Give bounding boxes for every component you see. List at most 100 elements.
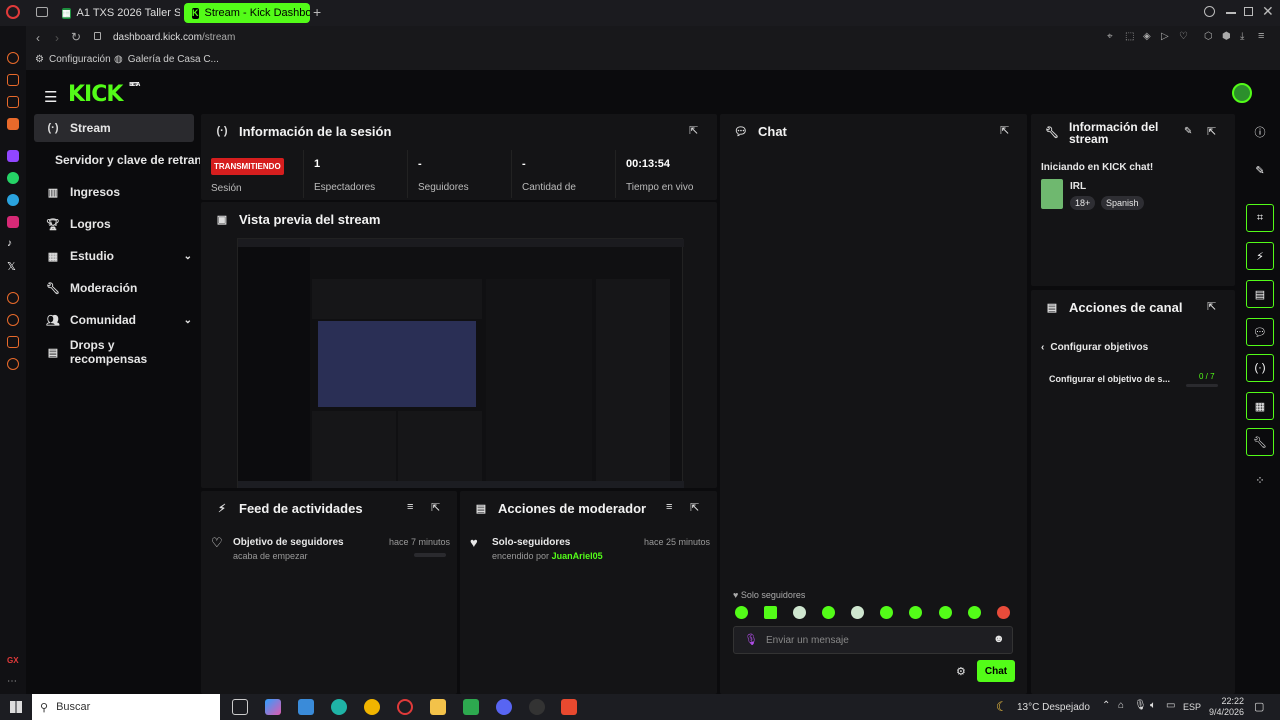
- search-tabs-icon[interactable]: [1204, 6, 1215, 17]
- sidebar-item-moderation[interactable]: 🔧︎ Moderación: [34, 274, 194, 302]
- forward-icon[interactable]: ›: [55, 31, 59, 45]
- tag-language[interactable]: Spanish: [1101, 196, 1144, 210]
- sidebar-item-studio[interactable]: ▦ Estudio ⌄: [34, 242, 194, 270]
- bookmark-settings[interactable]: ⚙ Configuración: [35, 54, 111, 65]
- network-icon[interactable]: ⌂: [1118, 700, 1124, 711]
- reload-icon[interactable]: ↻: [71, 30, 81, 44]
- extension-icon[interactable]: [7, 336, 19, 348]
- kick-logo[interactable]: KICK BETA: [68, 82, 140, 107]
- tag-mature[interactable]: 18+: [1070, 196, 1096, 210]
- store-icon[interactable]: [298, 699, 314, 715]
- news-icon[interactable]: [7, 96, 19, 108]
- browser-tab-1[interactable]: ▦ A1 TXS 2026 Taller Soler: [54, 3, 180, 23]
- rail-more-button[interactable]: ⁘: [1246, 466, 1274, 494]
- filter-icon[interactable]: ≡: [666, 501, 672, 513]
- notifications-icon[interactable]: ▢: [1254, 700, 1264, 713]
- bookmark-gallery[interactable]: ◍ Galería de Casa C...: [114, 54, 219, 65]
- volume-icon[interactable]: 🔈︎: [1150, 700, 1156, 711]
- task-view-icon[interactable]: [232, 699, 248, 715]
- rail-broadcast-button[interactable]: (·): [1246, 354, 1274, 382]
- shield-icon[interactable]: ◈: [1143, 31, 1151, 42]
- battery-icon[interactable]: ▭: [1166, 700, 1175, 711]
- heart-icon[interactable]: ♡: [1179, 31, 1188, 42]
- menu-icon[interactable]: ≡: [1258, 30, 1264, 42]
- workspace-icon[interactable]: [7, 74, 19, 86]
- stream-preview-video[interactable]: [237, 238, 684, 488]
- emote-4[interactable]: [822, 606, 835, 619]
- emote-3[interactable]: [793, 606, 806, 619]
- gx-icon[interactable]: GX: [7, 656, 19, 668]
- emote-8[interactable]: [939, 606, 952, 619]
- hamburger-menu-icon[interactable]: ☰: [44, 88, 57, 106]
- emote-1[interactable]: [735, 606, 748, 619]
- item-user[interactable]: JuanAriel05: [552, 551, 603, 561]
- chat-settings-icon[interactable]: ⚙: [956, 665, 966, 678]
- emote-2[interactable]: [764, 606, 777, 619]
- rail-focus-button[interactable]: ⌗: [1246, 204, 1274, 232]
- browser-tab-2[interactable]: K Stream - Kick Dashboard: [184, 3, 310, 23]
- aria-icon[interactable]: [7, 52, 19, 64]
- download-icon[interactable]: ⤓: [1240, 31, 1244, 42]
- rail-bolt-button[interactable]: ⚡︎: [1246, 242, 1274, 270]
- history-icon[interactable]: [7, 314, 19, 326]
- weather-text[interactable]: 13°C Despejado: [1017, 702, 1090, 713]
- emote-5[interactable]: [851, 606, 864, 619]
- rail-chat-button[interactable]: 💬︎: [1246, 318, 1274, 346]
- edge-icon[interactable]: [331, 699, 347, 715]
- rail-wrench-button[interactable]: 🔧︎: [1246, 428, 1274, 456]
- sidebar-item-stream[interactable]: (·) Stream: [34, 114, 194, 142]
- rail-actions-button[interactable]: ▦: [1246, 392, 1274, 420]
- obs-icon[interactable]: [529, 699, 545, 715]
- emoji-icon[interactable]: ☻: [993, 633, 1005, 645]
- popout-icon[interactable]: ⇱: [431, 501, 440, 514]
- back-button[interactable]: ‹ Configurar objetivos: [1041, 342, 1148, 353]
- rail-log-button[interactable]: ▤: [1246, 280, 1274, 308]
- opera-gx-icon[interactable]: [397, 699, 413, 715]
- messenger-icon[interactable]: [7, 118, 19, 130]
- tiktok-icon[interactable]: ♪: [7, 238, 19, 250]
- sidebar-item-server-key[interactable]: Servidor y clave de retransmisión: [34, 146, 200, 174]
- pin-icon[interactable]: ⌖: [1107, 31, 1113, 42]
- message-input[interactable]: 🎙︎ Enviar un mensaje ☻: [733, 626, 1013, 654]
- sidebar-item-community[interactable]: 👥︎ Comunidad ⌄: [34, 306, 194, 334]
- sidebar-item-achievements[interactable]: 🏆︎ Logros: [34, 210, 194, 238]
- whatsapp-icon[interactable]: [7, 172, 19, 184]
- copilot-icon[interactable]: [265, 699, 281, 715]
- app-red-icon[interactable]: [561, 699, 577, 715]
- instagram-icon[interactable]: [7, 216, 19, 228]
- extensions-icon[interactable]: ⬡: [1204, 31, 1213, 42]
- back-icon[interactable]: ‹: [36, 31, 40, 45]
- discord-icon[interactable]: [496, 699, 512, 715]
- minimize-button[interactable]: [1226, 12, 1236, 14]
- emote-9[interactable]: [968, 606, 981, 619]
- app-green-icon[interactable]: [463, 699, 479, 715]
- edit-icon[interactable]: ✎: [1184, 126, 1192, 137]
- wallet-icon[interactable]: ⬢: [1222, 31, 1231, 42]
- url-field[interactable]: dashboard.kick.com/stream: [113, 32, 235, 43]
- avatar[interactable]: [1232, 83, 1252, 103]
- tray-chevron-icon[interactable]: ⌃: [1102, 700, 1110, 711]
- snapshot-icon[interactable]: ⬚: [1125, 31, 1134, 42]
- sidebar-item-drops[interactable]: ▤ Drops y recompensas: [34, 338, 194, 366]
- player-icon[interactable]: [7, 292, 19, 304]
- sidebar-item-revenue[interactable]: ▥ Ingresos: [34, 178, 194, 206]
- info-button[interactable]: ⓘ: [1246, 118, 1274, 146]
- clock[interactable]: 22:22 9/4/2026: [1206, 696, 1244, 718]
- emote-10[interactable]: [997, 606, 1010, 619]
- popout-icon[interactable]: ⇱: [1207, 125, 1216, 138]
- emote-7[interactable]: [909, 606, 922, 619]
- popout-icon[interactable]: ⇱: [690, 501, 699, 514]
- windows-start-icon[interactable]: [10, 701, 22, 713]
- twitch-icon[interactable]: [7, 150, 19, 162]
- microphone-icon[interactable]: 🎙︎: [744, 633, 758, 646]
- goal-item[interactable]: Configurar el objetivo de s... 0 / 7: [1049, 372, 1229, 394]
- settings-icon[interactable]: [7, 358, 19, 370]
- category-name[interactable]: IRL: [1070, 181, 1086, 192]
- tab-overview-icon[interactable]: [36, 7, 48, 17]
- taskbar-search[interactable]: ⚲ Buscar: [32, 694, 220, 720]
- x-icon[interactable]: 𝕏: [7, 260, 19, 273]
- filter-icon[interactable]: ≡: [407, 501, 413, 513]
- language-indicator[interactable]: ESP: [1183, 702, 1201, 712]
- emote-6[interactable]: [880, 606, 893, 619]
- popout-icon[interactable]: ⇱: [1207, 300, 1216, 313]
